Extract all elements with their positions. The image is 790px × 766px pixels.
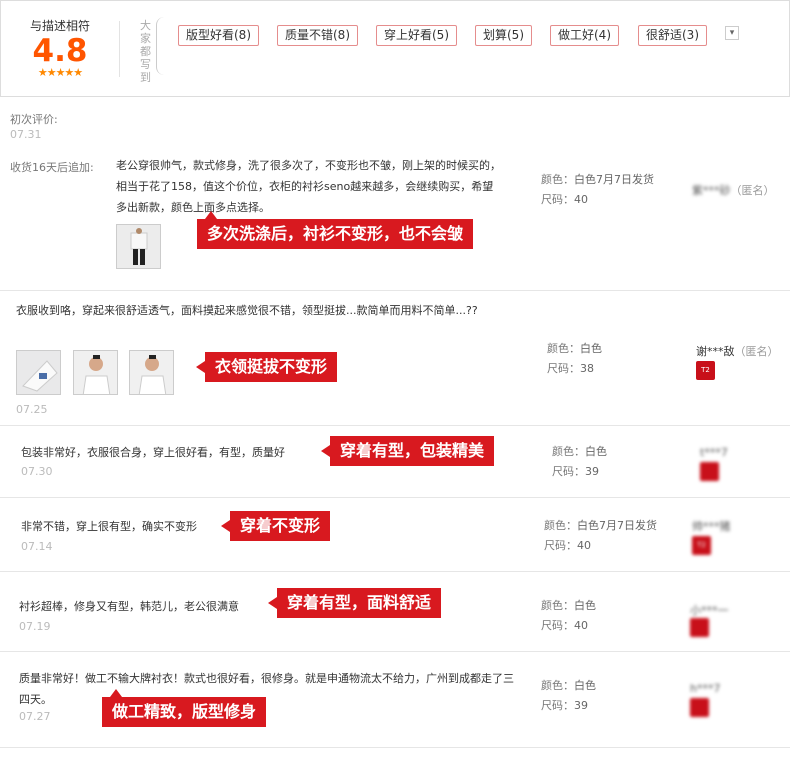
member-level-icon [700, 462, 719, 481]
highlight-callout: 多次洗涤后，衬衫不变形，也不会皱 [197, 211, 474, 249]
review-date: 07.25 [16, 403, 48, 416]
sku-size: 40 [574, 619, 588, 632]
review-date: 07.14 [21, 540, 53, 553]
tag-fit[interactable]: 版型好看(8) [178, 25, 259, 46]
reviewer-name: 小***一 [690, 604, 729, 617]
score-box: 与描述相符 4.8 ★★★★★ [7, 9, 113, 89]
sku-size: 40 [574, 193, 588, 206]
review-photo[interactable] [73, 350, 118, 395]
first-review-label: 初次评价: [10, 113, 58, 126]
chevron-down-icon[interactable]: ▾ [725, 26, 739, 40]
reviewer: t***7 [700, 446, 728, 459]
review-date: 07.19 [19, 620, 51, 633]
reviewer: 紫***砂（匿名） [692, 182, 775, 198]
sku-size: 39 [585, 465, 599, 478]
sku-color: 白色 [585, 445, 607, 458]
photo-icon [74, 351, 117, 394]
review-text: 非常不错，穿上很有型，确实不变形 [21, 520, 197, 533]
photo-icon [17, 351, 60, 394]
reviewer: 谢***敌（匿名） [696, 343, 779, 359]
review-photo[interactable] [116, 224, 161, 269]
rating-summary: 与描述相符 4.8 ★★★★★ 大家都写到 版型好看(8) 质量不错(8) 穿上… [0, 0, 790, 97]
review-date: 07.31 [10, 128, 42, 141]
member-level-icon [690, 698, 709, 717]
sku-color: 白色 [574, 599, 596, 612]
reviewer-name: 帅***猪 [692, 520, 731, 533]
member-level-icon: T2 [692, 536, 711, 555]
review-text: 衬衫超棒，修身又有型，韩范儿，老公很满意 [19, 600, 239, 613]
review-item: 包装非常好，衣服很合身，穿上很好看，有型，质量好 穿着有型，包装精美 07.30… [0, 426, 790, 498]
tag-quality[interactable]: 质量不错(8) [277, 25, 358, 46]
reviewer: h***7 [690, 682, 720, 695]
review-text: 衣服收到咯，穿起来很舒适透气，面料摸起来感觉很不错，领型挺拔...款简单而用料不… [16, 304, 478, 317]
photo-icon [130, 351, 173, 394]
anonymous-label: （匿名） [730, 184, 775, 197]
highlight-callout: 做工精致，版型修身 [102, 689, 267, 727]
sku-info: 颜色：白色 尺码：40 [541, 599, 596, 632]
tag-value[interactable]: 划算(5) [475, 25, 532, 46]
review-item: 质量非常好！做工不输大牌衬衣！款式也很好看，很修身。就是申通物流太不给力，广州到… [0, 652, 790, 748]
review-text: 老公穿很帅气，款式修身，洗了很多次了，不变形也不皱，刚上架的时候买的，相当于花了… [116, 159, 501, 214]
review-photo[interactable] [129, 350, 174, 395]
append-review-label: 收货16天后追加: [10, 161, 94, 174]
sku-color: 白色7月7日发货 [577, 519, 657, 532]
review-item: 衣服收到咯，穿起来很舒适透气，面料摸起来感觉很不错，领型挺拔...款简单而用料不… [0, 291, 790, 426]
review-date: 07.30 [21, 465, 53, 478]
sku-info: 颜色：白色7月7日发货 尺码：40 [541, 173, 654, 206]
highlight-callout: 穿着不变形 [220, 511, 331, 541]
everyone-says-label: 大家都写到 [140, 19, 151, 84]
review-item: 衬衫超棒，修身又有型，韩范儿，老公很满意 穿着有型，面料舒适 07.19 颜色：… [0, 572, 790, 652]
review-photo[interactable] [16, 350, 61, 395]
review-text: 包装非常好，衣服很合身，穿上很好看，有型，质量好 [21, 446, 285, 459]
review-date: 07.27 [19, 710, 51, 723]
reviewer-name: 谢***敌 [696, 345, 735, 358]
reviewer-name: h***7 [690, 682, 721, 695]
score-value: 4.8 [32, 33, 88, 69]
score-label: 与描述相符 [29, 19, 90, 33]
reviewer: 帅***猪 [692, 518, 731, 534]
member-level-icon [690, 618, 709, 637]
reviewer: 小***一 [690, 602, 729, 618]
tag-workmanship[interactable]: 做工好(4) [550, 25, 619, 46]
review-item: 非常不错，穿上很有型，确实不变形 穿着不变形 07.14 颜色：白色7月7日发货… [0, 498, 790, 572]
sku-color: 白色7月7日发货 [574, 173, 654, 186]
star-rating: ★★★★★ [37, 66, 83, 79]
sku-info: 颜色：白色 尺码：39 [541, 679, 596, 712]
sku-size: 40 [577, 539, 591, 552]
highlight-callout: 穿着有型，面料舒适 [267, 588, 442, 618]
tag-comfort[interactable]: 很舒适(3) [638, 25, 707, 46]
member-level-icon: T2 [696, 361, 715, 380]
tag-looks[interactable]: 穿上好看(5) [376, 25, 457, 46]
review-item: 初次评价: 07.31 收货16天后追加: 老公穿很帅气，款式修身，洗了很多次了… [0, 97, 790, 291]
review-text: 质量非常好！做工不输大牌衬衣！款式也很好看，很修身。就是申通物流太不给力，广州到… [19, 672, 514, 706]
brace-decoration [156, 17, 166, 75]
reviewer-name: 紫***砂 [692, 184, 731, 197]
sku-info: 颜色：白色 尺码：39 [552, 445, 607, 478]
divider [119, 21, 120, 77]
highlight-callout: 衣领挺拔不变形 [195, 352, 338, 382]
photo-icon [117, 225, 160, 268]
sku-info: 颜色：白色7月7日发货 尺码：40 [544, 519, 657, 552]
sku-color: 白色 [574, 679, 596, 692]
reviewer-name: t***7 [700, 446, 728, 459]
sku-color: 白色 [580, 342, 602, 355]
sku-info: 颜色：白色 尺码：38 [547, 342, 602, 375]
anonymous-label: （匿名） [734, 345, 779, 358]
sku-size: 39 [574, 699, 588, 712]
sku-size: 38 [580, 362, 594, 375]
highlight-callout: 穿着有型，包装精美 [320, 436, 495, 466]
